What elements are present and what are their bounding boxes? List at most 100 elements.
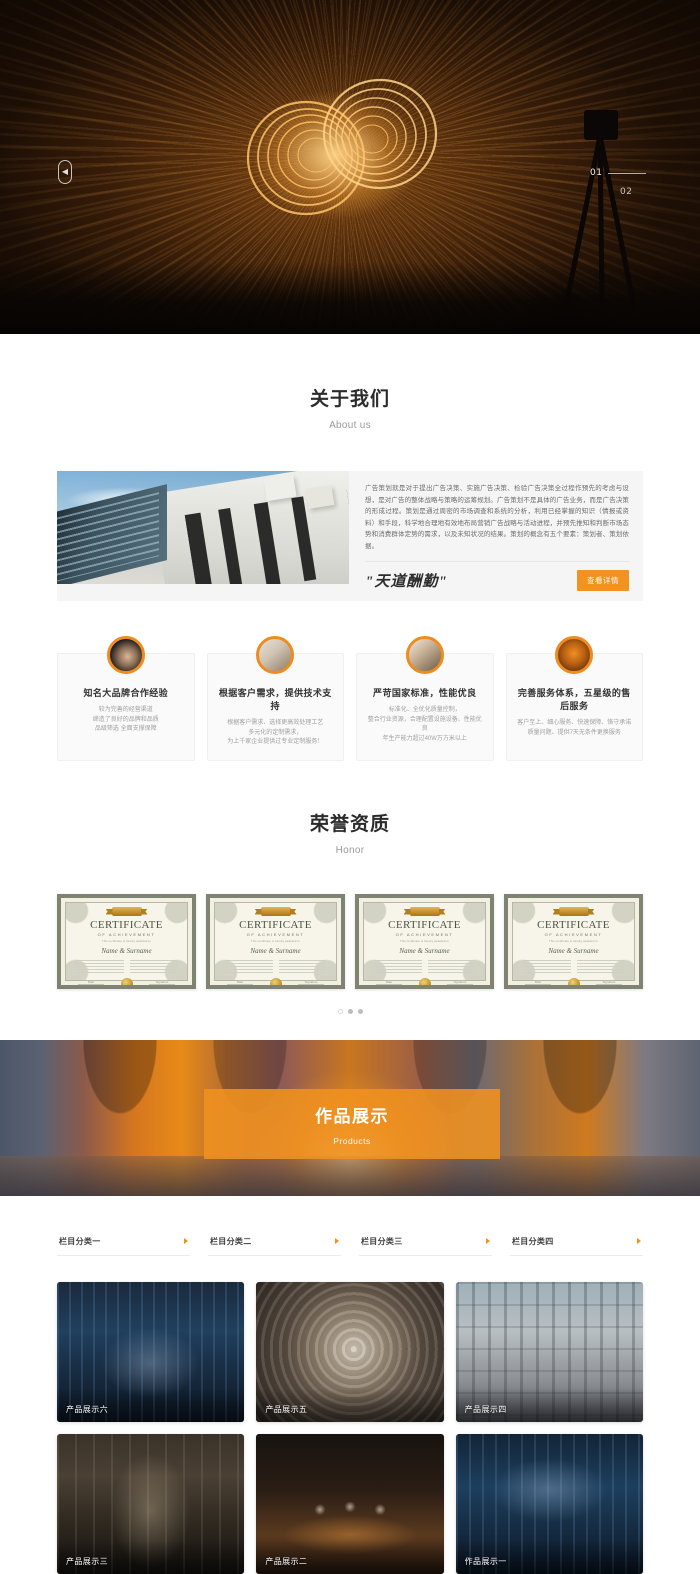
certificate-inner: CERTIFICATE OF ACHIEVEMENT This certific… [70,906,183,985]
ribbon-icon [409,906,440,916]
certificate-body-lines [517,959,630,974]
feature-desc-line: 为上千家企业提供过专业定制服务！ [227,739,324,745]
about-section: 关于我们 About us 广告策划就是对于提出广告决策、实施广告决策、检验广告… [0,334,700,761]
certificate-date-line: Date [78,980,104,985]
honor-heading: 荣誉资质 Honor [0,809,700,856]
carousel-dots [0,1008,700,1014]
product-card[interactable]: 产品展示四 [455,1281,643,1422]
product-caption: 产品展示四 [464,1404,507,1414]
product-grid: 产品展示六 产品展示五 产品展示四 产品展示三 产品展示二 作品展示一 [57,1281,643,1574]
product-caption: 产品展示六 [66,1404,108,1414]
certificate-card[interactable]: CERTIFICATE OF ACHIEVEMENT This certific… [57,893,196,989]
product-card[interactable]: 产品展示二 [256,1433,444,1574]
products-banner-overlay: 作品展示 Products [204,1088,500,1159]
hero-banner: ◀ 01 02 [0,0,700,334]
factory-photo-icon [405,636,444,674]
certificate-signatures: Date Signature [368,980,481,985]
certificate-card[interactable]: CERTIFICATE OF ACHIEVEMENT This certific… [355,893,494,989]
certificate-signature-line: Signature [298,980,324,985]
rooftop-box [305,485,335,509]
feature-card[interactable]: 根据客户需求，提供技术支持 根据客户需求、选择更高效处理工艺 多元化的定制需求，… [206,636,344,761]
certificate-carousel[interactable]: CERTIFICATE OF ACHIEVEMENT This certific… [57,893,643,989]
about-slogan: "天道酬勤" [365,574,448,590]
feature-desc-line: 品级筛选 全面支撑保障 [94,726,157,732]
caret-right-icon [637,1238,641,1244]
category-tab-3[interactable]: 栏目分类三 [359,1232,492,1256]
hero-slide-indicator-01[interactable]: 01 [590,168,660,178]
certificate-recipient: Name & Surname [399,946,450,955]
category-tab-label: 栏目分类二 [210,1236,252,1246]
certificate-microtext: This certificate is hereby awarded to [251,939,300,943]
certificate-title: CERTIFICATE [90,918,163,931]
category-tab-label: 栏目分类四 [512,1236,554,1246]
feature-desc-line: 较为完善的经营渠道 [98,707,153,713]
product-card[interactable]: 产品展示三 [57,1433,245,1574]
category-tab-label: 栏目分类三 [361,1236,403,1246]
certificate-recipient: Name & Surname [101,946,152,955]
hero-prev-button[interactable]: ◀ [58,160,72,184]
rooftop-box [263,474,297,502]
products-title-en: Products [333,1135,371,1146]
feature-title: 严苛国家标准，性能优良 [373,688,477,698]
feature-desc-line: 客户至上、细心服务、快速保障、恪守承诺 [517,720,632,726]
feature-desc: 根据客户需求、选择更高效处理工艺 多元化的定制需求， 为上千家企业提供过专业定制… [216,719,336,748]
certificate-signature-line: Signature [596,980,622,985]
about-detail-button[interactable]: 查看详情 [577,570,629,591]
certificate-signature-line: Signature [149,980,175,985]
certificate-signature-line: Signature [447,980,473,985]
certificate-date-line: Date [376,980,402,985]
certificate-signatures: Date Signature [70,980,183,985]
feature-desc-line: 多元化的定制需求， [248,729,303,736]
feature-title: 完善服务体系，五星级的售后服务 [517,688,631,711]
ribbon-icon [260,906,291,916]
certificate-card[interactable]: CERTIFICATE OF ACHIEVEMENT This certific… [504,893,643,989]
about-image [57,471,349,584]
products-title-cn: 作品展示 [315,1106,389,1126]
certificate-subtitle: OF ACHIEVEMENT [544,931,603,937]
about-footer-row: "天道酬勤" 查看详情 [365,561,629,591]
certificate-subtitle: OF ACHIEVEMENT [246,931,305,937]
certificate-body-lines [70,959,183,974]
hero-slide-number: 02 [620,187,633,197]
carousel-dot-3[interactable] [357,1008,363,1014]
certificate-title: CERTIFICATE [388,918,461,931]
about-text-block: 广告策划就是对于提出广告决策、实施广告决策、检验广告决策全过程作预先的考虑与设想… [349,471,643,601]
feature-title: 根据客户需求，提供技术支持 [218,688,332,711]
certificate-body-lines [368,959,481,974]
honor-title-en: Honor [335,844,365,856]
carousel-dot-2[interactable] [347,1008,353,1014]
product-card[interactable]: 作品展示一 [455,1433,643,1574]
category-tab-1[interactable]: 栏目分类一 [57,1232,190,1256]
product-card[interactable]: 产品展示五 [256,1281,444,1422]
category-tab-label: 栏目分类一 [59,1236,101,1246]
about-description: 广告策划就是对于提出广告决策、实施广告决策、检验广告决策全过程作预先的考虑与设想… [365,485,629,550]
certificate-card[interactable]: CERTIFICATE OF ACHIEVEMENT This certific… [206,893,345,989]
category-tab-4[interactable]: 栏目分类四 [510,1232,643,1256]
feature-desc: 客户至上、细心服务、快速保障、恪守承诺 质量问题、提供7天无条件更换服务 [515,719,635,738]
chevron-left-icon: ◀ [61,167,69,176]
certificate-signatures: Date Signature [219,980,332,985]
feature-card[interactable]: 知名大品牌合作经验 较为完善的经营渠道 缔造了良好的品牌和品质 品级筛选 全面支… [57,636,195,761]
ribbon-icon [111,906,142,916]
product-card[interactable]: 产品展示六 [57,1281,245,1422]
feature-card[interactable]: 严苛国家标准，性能优良 标准化、全优化质量控制， 整合行业资源，合理配置设施设备… [356,636,494,761]
certificate-body-lines [219,959,332,974]
hero-slide-indicator-02[interactable]: 02 [620,187,660,197]
carousel-dot-1[interactable] [337,1008,343,1014]
about-heading: 关于我们 About us [0,384,700,431]
product-caption: 作品展示一 [464,1556,507,1566]
about-title-en: About us [329,420,371,431]
team-photo-icon [555,636,594,674]
feature-card[interactable]: 完善服务体系，五星级的售后服务 客户至上、细心服务、快速保障、恪守承诺 质量问题… [505,636,643,761]
feature-desc-line: 根据客户需求、选择更高效处理工艺 [227,720,324,726]
honor-title-cn: 荣誉资质 [309,813,390,835]
product-caption: 产品展示五 [265,1404,308,1414]
certificate-microtext: This certificate is hereby awarded to [400,939,449,943]
feature-card-list: 知名大品牌合作经验 较为完善的经营渠道 缔造了良好的品牌和品质 品级筛选 全面支… [57,635,643,761]
certificate-signatures: Date Signature [517,980,630,985]
about-title-cn: 关于我们 [309,389,390,410]
product-caption: 产品展示三 [66,1556,108,1566]
steel-wool-spiral-graphic [246,78,438,216]
category-tab-2[interactable]: 栏目分类二 [208,1232,341,1256]
hero-ground-gradient [0,262,700,334]
